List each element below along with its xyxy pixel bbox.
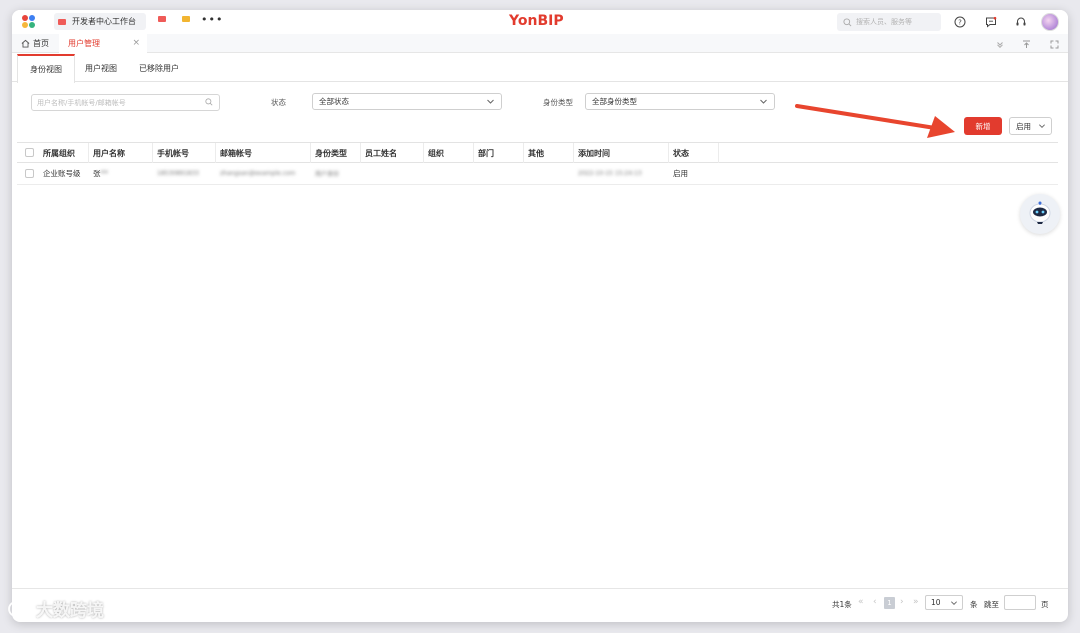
chevron-down-icon [760,99,767,104]
select-all-checkbox[interactable] [25,148,34,157]
assistant-robot-icon[interactable] [1020,194,1060,234]
chevron-down-icon [951,601,957,605]
column-header[interactable]: 邮箱帐号 [216,143,311,163]
cell-dept [474,163,478,184]
column-header[interactable]: 其他 [524,143,574,163]
user-search-placeholder: 用户名称/手机帐号/邮箱帐号 [37,98,126,107]
enable-dropdown-button[interactable]: 启用 [1009,117,1052,135]
table-header: 所属组织 用户名称 手机帐号 邮箱帐号 身份类型 员工姓名 组织 部门 其他 添… [17,142,1058,163]
cell-org: 企业账号级 [43,169,81,178]
yellow-app-icon[interactable] [182,16,190,22]
tab-home[interactable]: 首页 [21,38,49,49]
page-size-value: 10 [931,598,941,607]
column-header[interactable]: 所属组织 [39,143,89,163]
message-icon[interactable] [983,14,999,30]
avatar[interactable] [1041,13,1059,31]
user-table: 所属组织 用户名称 手机帐号 邮箱帐号 身份类型 员工姓名 组织 部门 其他 添… [17,142,1058,185]
tab-user-management-label: 用户管理 [68,39,100,48]
row-checkbox[interactable] [25,169,34,178]
status-select-value: 全部状态 [319,97,349,106]
cell-other [524,163,528,184]
last-page-icon[interactable]: » [913,597,919,607]
identity-type-select[interactable]: 全部身份类型 [585,93,775,110]
chevron-down-icon[interactable] [993,37,1007,51]
column-header[interactable]: 手机帐号 [153,143,216,163]
page-size-select[interactable]: 10 [925,595,963,610]
tab-removed-users[interactable]: 已移除用户 [139,54,179,82]
page-size-unit: 条 [970,599,978,609]
headset-icon[interactable] [1013,14,1029,30]
workspace-tab-label: 开发者中心工作台 [72,17,136,26]
view-tabs: 身份视图 用户视图 已移除用户 [12,54,1068,83]
cell-email: zhangsan@example.com [220,170,296,177]
top-bar: 开发者中心工作台 ••• YonBIP 搜索人员、服务等 ? [12,10,1068,34]
red-app-icon[interactable] [158,16,166,22]
chevron-down-icon [1039,124,1045,128]
tab-identity-view-label: 身份视图 [30,65,62,74]
add-button[interactable]: 新增 [964,117,1002,135]
app-window: 开发者中心工作台 ••• YonBIP 搜索人员、服务等 ? 首页 用户管理 × [12,10,1068,622]
chevron-down-icon [487,99,494,104]
next-page-icon[interactable]: › [900,597,904,607]
watermark-text: 大数跨境 [36,601,104,621]
prev-page-icon[interactable]: ‹ [873,597,877,607]
column-header[interactable]: 组织 [424,143,474,163]
cell-status: 启用 [673,169,688,178]
app-icon-red [58,18,66,25]
cell-type: 用户身份 [315,171,340,178]
global-search-placeholder: 搜索人员、服务等 [856,18,912,26]
tab-home-label: 首页 [33,39,49,48]
workspace-tab[interactable]: 开发者中心工作台 [54,13,146,30]
pager-total: 共1条 [832,599,852,609]
cell-org2 [424,163,428,184]
identity-type-select-value: 全部身份类型 [592,97,637,106]
tab-identity-view[interactable]: 身份视图 [17,54,75,83]
svg-text:?: ? [958,19,962,27]
watermark-logo-icon [8,600,35,617]
page-number-current[interactable]: 1 [884,597,895,609]
brand-logo: YonBIP [509,13,564,29]
app-launcher-icon[interactable] [22,15,36,29]
jump-label: 跳至 [984,599,999,609]
cell-employee [361,163,365,184]
page-tab-bar: 首页 用户管理 × [12,34,1068,53]
status-select[interactable]: 全部状态 [312,93,502,110]
jump-page-input[interactable] [1004,595,1036,610]
column-header[interactable]: 用户名称 [89,143,153,163]
page-unit-label: 页 [1041,599,1049,609]
first-page-icon[interactable]: « [858,597,864,607]
enable-button-label: 启用 [1016,121,1031,131]
home-icon [21,39,30,48]
search-icon [205,98,213,106]
tab-removed-users-label: 已移除用户 [139,63,179,73]
tab-user-view-label: 用户视图 [85,63,117,73]
upload-icon[interactable] [1019,37,1033,51]
more-icon[interactable]: ••• [201,13,223,26]
cell-name: 张 ** [89,163,108,184]
cell-added-time: 2022-10-15 15:24:13 [578,170,642,177]
global-search-input[interactable]: 搜索人员、服务等 [837,13,941,31]
cell-phone: 18530891833 [157,170,199,177]
table-row[interactable]: 企业账号级 张 ** 18530891833 zhangsan@example.… [17,163,1058,185]
column-header[interactable]: 身份类型 [311,143,361,163]
fullscreen-icon[interactable] [1047,37,1061,51]
status-filter-label: 状态 [271,98,286,107]
identity-type-label: 身份类型 [543,98,573,107]
column-header[interactable]: 员工姓名 [361,143,424,163]
search-icon [843,17,852,26]
cell-name-blurred: ** [100,169,109,178]
column-header[interactable]: 部门 [474,143,524,163]
tab-user-management[interactable]: 用户管理 × [59,34,147,53]
close-icon[interactable]: × [132,38,140,48]
cell-name-text: 张 [93,169,101,178]
footer-divider [12,588,1068,589]
user-search-input[interactable]: 用户名称/手机帐号/邮箱帐号 [31,94,220,111]
column-header[interactable]: 状态 [669,143,719,163]
tab-user-view[interactable]: 用户视图 [85,54,117,82]
watermark: 大数跨境 [8,596,104,621]
column-header[interactable]: 添加时间 [574,143,669,163]
help-icon[interactable]: ? [952,14,968,30]
annotation-arrow [795,104,955,138]
